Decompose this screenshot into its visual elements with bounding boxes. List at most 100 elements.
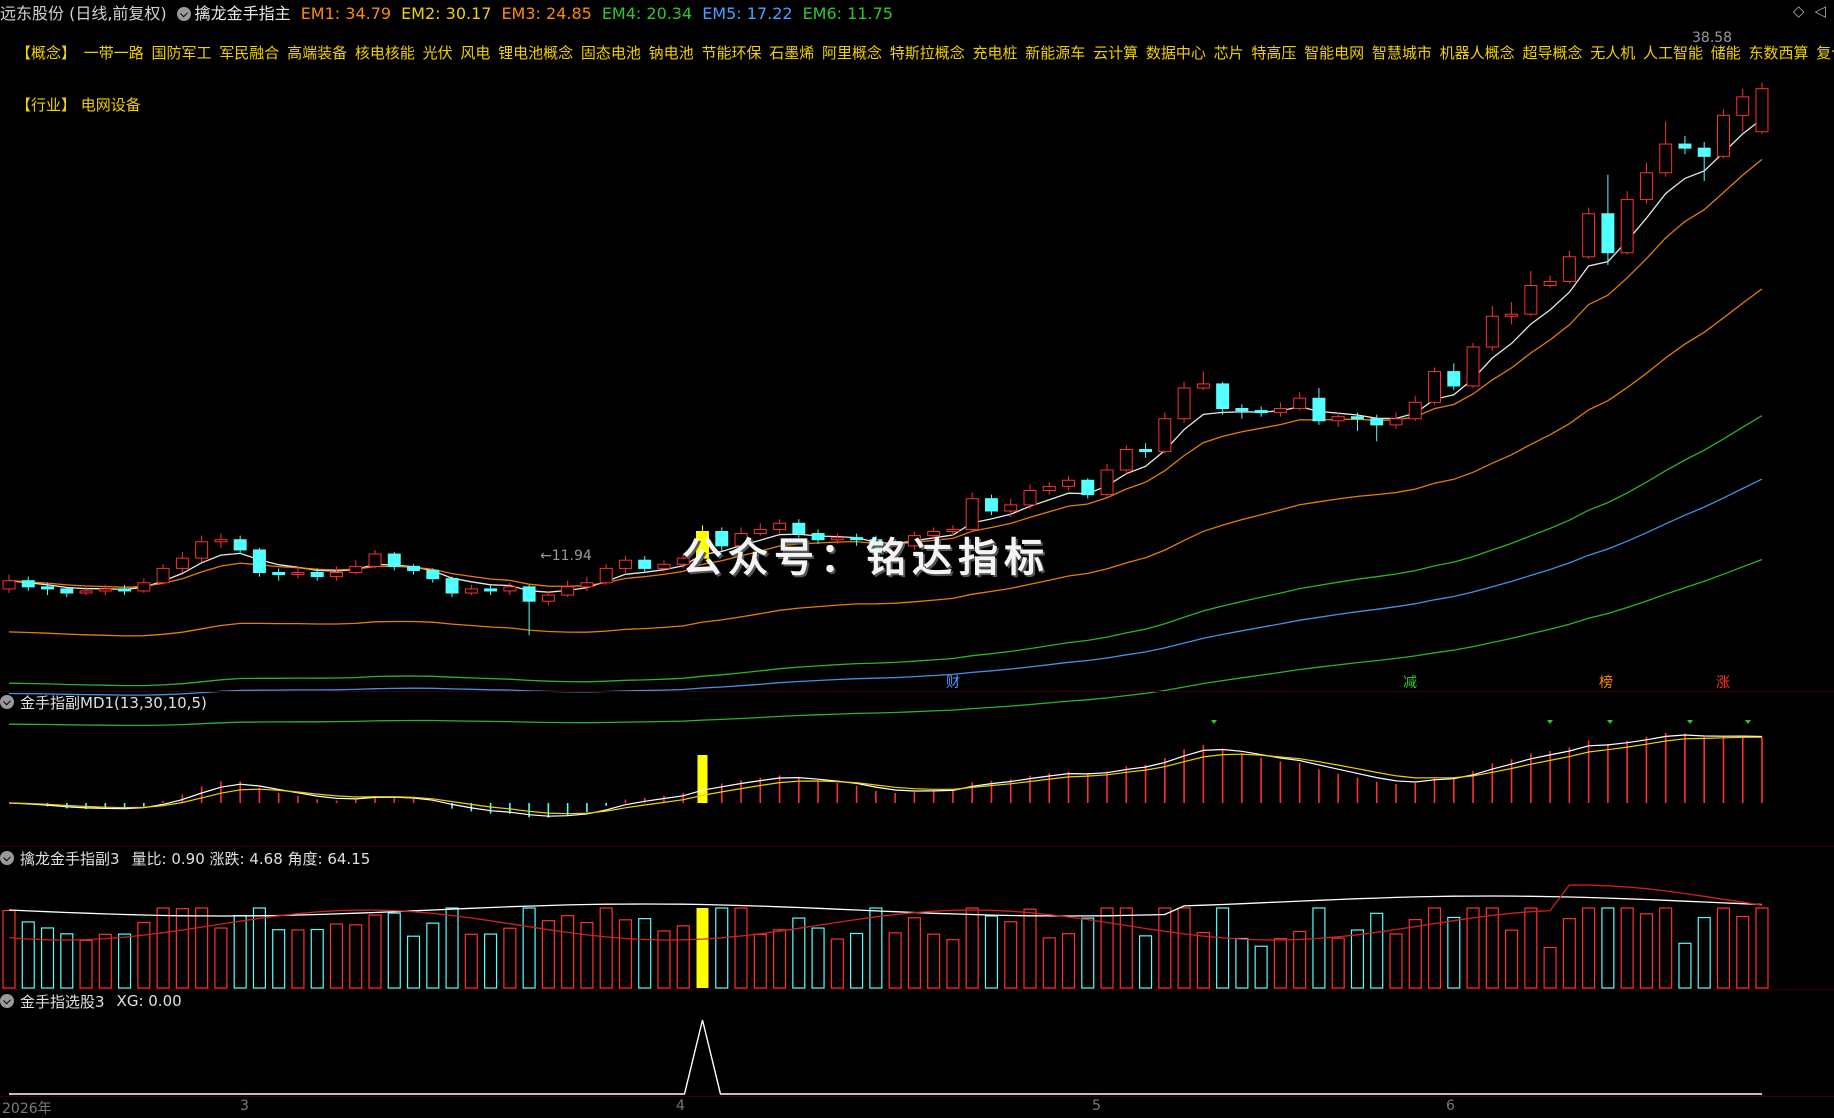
volume-bar (1004, 921, 1018, 989)
volume-bar (1601, 907, 1615, 989)
volume-signal-bar (696, 908, 709, 988)
candlestick (1543, 280, 1557, 286)
volume-bar (1447, 916, 1461, 989)
candlestick (541, 594, 555, 602)
x-axis-label-month: 4 (676, 1098, 685, 1114)
candlestick (1139, 449, 1153, 453)
candlestick (1717, 114, 1730, 157)
volume-bar (1408, 919, 1422, 989)
panel3-toggle-icon[interactable] (0, 994, 14, 1008)
volume-bar (118, 933, 132, 989)
candlestick (1485, 315, 1499, 348)
volume-bar (676, 925, 690, 989)
volume-bar (1042, 937, 1056, 989)
volume-bar (869, 907, 883, 989)
candlestick (1620, 198, 1634, 254)
volume-bar (522, 907, 536, 989)
candlestick (1678, 143, 1692, 149)
volume-bar (772, 929, 787, 989)
md1-signal-line (8, 734, 1763, 817)
volume-bar (426, 922, 440, 989)
candlestick (599, 567, 613, 584)
volume-panel-plot (2, 884, 1769, 989)
candlestick (561, 586, 575, 596)
panel3-title[interactable]: 金手指选股3 XG: 0.00 (0, 990, 182, 1012)
volume-bar (195, 907, 209, 989)
volume-bar (1466, 907, 1480, 989)
event-marker-cai[interactable]: 财 (944, 672, 962, 692)
candlestick (464, 588, 478, 594)
candlestick (1312, 397, 1326, 422)
candlestick (657, 563, 671, 569)
low-price-value: 11.94 (551, 548, 592, 564)
volume-bar (40, 927, 55, 989)
panel1-title-text: 金手指副MD1(13,30,10,5) (20, 693, 207, 712)
volume-bar (137, 921, 151, 989)
x-axis-label-month: 5 (1092, 1098, 1101, 1114)
volume-bar (811, 927, 825, 989)
xg-panel-plot (9, 1019, 1762, 1095)
event-marker-jian[interactable]: 减 (1401, 672, 1419, 692)
moving-average-line (8, 118, 1763, 593)
panel2-toggle-icon[interactable] (0, 851, 14, 865)
event-marker-zhang[interactable]: 涨 (1714, 672, 1732, 692)
candlestick (522, 586, 536, 602)
panel3-values: XG: 0.00 (116, 992, 182, 1010)
volume-bar (1216, 907, 1230, 989)
panel2-title[interactable]: 擒龙金手指副3 量比: 0.90 涨跌: 4.68 角度: 64.15 (0, 847, 370, 869)
candlestick (638, 559, 652, 569)
candlestick (2, 580, 16, 590)
candlestick (1119, 449, 1133, 471)
candlestick (1042, 485, 1056, 491)
volume-indicator-line (8, 895, 1763, 917)
x-axis-label-month: 6 (1446, 1098, 1455, 1114)
candlestick (1447, 371, 1461, 387)
volume-bar (1716, 907, 1731, 989)
candlestick (1081, 479, 1095, 496)
candlestick (1273, 408, 1287, 414)
volume-bar (2, 909, 16, 989)
watermark: 公众号：铭达指标 (682, 535, 1050, 581)
volume-bar (1158, 907, 1172, 989)
volume-bar (907, 917, 921, 989)
candlestick (407, 565, 421, 571)
candlestick (156, 567, 170, 584)
candlestick (291, 572, 305, 576)
volume-bar (272, 929, 286, 989)
volume-bar (1620, 907, 1634, 989)
candlestick (1062, 479, 1075, 487)
volume-bar (1254, 945, 1268, 989)
candlestick (1004, 504, 1018, 512)
high-price-label: 38.58 (1692, 30, 1733, 46)
volume-bar (599, 907, 613, 989)
candlestick (1293, 397, 1307, 409)
event-marker-bang[interactable]: 榜 (1597, 672, 1615, 692)
volume-bar (1389, 933, 1403, 989)
panel-separator (0, 1096, 1834, 1097)
volume-bar (445, 907, 459, 989)
volume-bar (1562, 918, 1576, 989)
volume-bar (1543, 946, 1557, 989)
moving-average-line (8, 288, 1763, 637)
volume-bar (561, 915, 575, 989)
candlestick (1023, 490, 1037, 506)
volume-bar (233, 915, 247, 989)
candlestick (1428, 371, 1441, 403)
volume-bar (1196, 931, 1210, 989)
volume-bar (1177, 907, 1191, 989)
candlestick (368, 553, 382, 567)
panel1-toggle-icon[interactable] (0, 695, 14, 709)
candlestick (1505, 313, 1519, 317)
panel1-title[interactable]: 金手指副MD1(13,30,10,5) (0, 691, 207, 713)
candlestick (1389, 418, 1403, 426)
candlestick (1100, 469, 1114, 496)
panel-separator (0, 691, 1834, 692)
candlestick (1408, 401, 1422, 420)
candlestick (426, 569, 440, 580)
volume-bar (618, 919, 633, 989)
volume-bar (580, 921, 594, 989)
volume-bar (387, 912, 401, 989)
volume-bar (464, 933, 478, 989)
volume-bar (21, 921, 35, 989)
candlestick (118, 588, 132, 592)
